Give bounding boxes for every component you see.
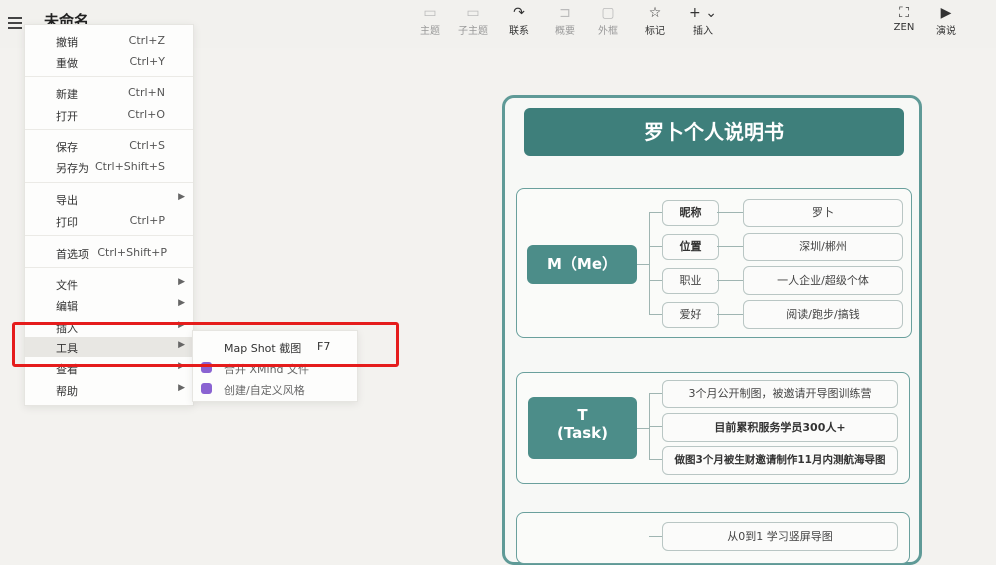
menu-item-file[interactable]: 文件 ▶ xyxy=(25,274,193,294)
connector xyxy=(717,212,743,213)
boundary-icon: ▢ xyxy=(601,5,615,21)
chevron-right-icon: ▶ xyxy=(178,277,185,287)
annotation-highlight-box xyxy=(12,322,399,367)
me-node[interactable]: M（Me） xyxy=(527,245,637,284)
connector xyxy=(649,314,662,315)
connector xyxy=(637,264,649,265)
toolbar-summary-button[interactable]: ⊐ 概要 xyxy=(545,4,585,37)
connector xyxy=(637,428,649,429)
third-item[interactable]: 从0到1 学习竖屏导图 xyxy=(662,522,898,551)
task-item[interactable]: 目前累积服务学员300人+ xyxy=(662,413,898,442)
submenu-item-custom-style[interactable]: 创建/自定义风格 xyxy=(193,379,357,399)
connector xyxy=(649,536,662,537)
connector xyxy=(649,212,650,314)
connector xyxy=(649,426,662,427)
menu-item-save-as[interactable]: 另存为 Ctrl+Shift+S xyxy=(25,157,193,177)
menu-divider xyxy=(25,129,193,130)
me-value-nickname[interactable]: 罗卜 xyxy=(743,199,903,227)
plugin-icon xyxy=(201,383,212,394)
toolbar-insert-button[interactable]: + ⌄ 插入 xyxy=(683,4,723,37)
connector xyxy=(649,246,662,247)
menu-icon[interactable] xyxy=(8,17,22,29)
topic-icon: ▭ xyxy=(423,5,437,21)
toolbar-zen-button[interactable]: ⛶ ZEN xyxy=(884,4,924,33)
connector xyxy=(717,246,743,247)
menu-item-save[interactable]: 保存 Ctrl+S xyxy=(25,136,193,156)
relationship-icon: ↷ xyxy=(513,5,525,21)
menu-item-export[interactable]: 导出 ▶ xyxy=(25,189,193,209)
connector xyxy=(649,280,662,281)
connector xyxy=(649,393,662,394)
central-topic[interactable]: 罗卜个人说明书 xyxy=(524,108,904,156)
toolbar-pitch-button[interactable]: ▶ 演说 xyxy=(926,4,966,37)
play-icon: ▶ xyxy=(940,5,952,21)
menu-item-undo[interactable]: 撤销 Ctrl+Z xyxy=(25,31,193,51)
me-key-nickname[interactable]: 昵称 xyxy=(662,200,719,226)
toolbar-topic-button[interactable]: ▭ 主题 xyxy=(410,4,450,37)
toolbar-subtopic-button[interactable]: ▭ 子主题 xyxy=(453,4,493,37)
task-node[interactable]: T (Task) xyxy=(528,397,637,459)
me-value-location[interactable]: 深圳/郴州 xyxy=(743,233,903,261)
plus-icon: + ⌄ xyxy=(689,5,717,21)
me-key-hobby[interactable]: 爱好 xyxy=(662,302,719,328)
toolbar-marker-button[interactable]: ☆ 标记 xyxy=(635,4,675,37)
subtopic-icon: ▭ xyxy=(466,5,480,21)
connector xyxy=(717,314,743,315)
menu-item-preferences[interactable]: 首选项 Ctrl+Shift+P xyxy=(25,243,193,263)
me-value-job[interactable]: 一人企业/超级个体 xyxy=(743,266,903,295)
summary-icon: ⊐ xyxy=(559,5,571,21)
menu-divider xyxy=(25,235,193,236)
toolbar-boundary-button[interactable]: ▢ 外框 xyxy=(588,4,628,37)
menu-divider xyxy=(25,267,193,268)
connector xyxy=(649,212,662,213)
task-item[interactable]: 3个月公开制图，被邀请开导图训练营 xyxy=(662,380,898,408)
chevron-right-icon: ▶ xyxy=(178,298,185,308)
fullscreen-icon: ⛶ xyxy=(899,5,909,21)
star-icon: ☆ xyxy=(648,5,662,21)
menu-divider xyxy=(25,76,193,77)
menu-item-print[interactable]: 打印 Ctrl+P xyxy=(25,211,193,231)
menu-divider xyxy=(25,182,193,183)
menu-item-help[interactable]: 帮助 ▶ xyxy=(25,380,193,400)
me-value-hobby[interactable]: 阅读/跑步/搞钱 xyxy=(743,300,903,329)
me-key-location[interactable]: 位置 xyxy=(662,234,719,260)
menu-item-edit[interactable]: 编辑 ▶ xyxy=(25,295,193,315)
task-item[interactable]: 做图3个月被生财邀请制作11月内测航海导图 xyxy=(662,446,898,475)
menu-item-open[interactable]: 打开 Ctrl+O xyxy=(25,105,193,125)
chevron-right-icon: ▶ xyxy=(178,192,185,202)
connector xyxy=(649,459,662,460)
toolbar-relationship-button[interactable]: ↷ 联系 xyxy=(499,4,539,37)
me-key-job[interactable]: 职业 xyxy=(662,268,719,294)
menu-item-new[interactable]: 新建 Ctrl+N xyxy=(25,83,193,103)
chevron-right-icon: ▶ xyxy=(178,383,185,393)
connector xyxy=(717,280,743,281)
menu-item-redo[interactable]: 重做 Ctrl+Y xyxy=(25,52,193,72)
